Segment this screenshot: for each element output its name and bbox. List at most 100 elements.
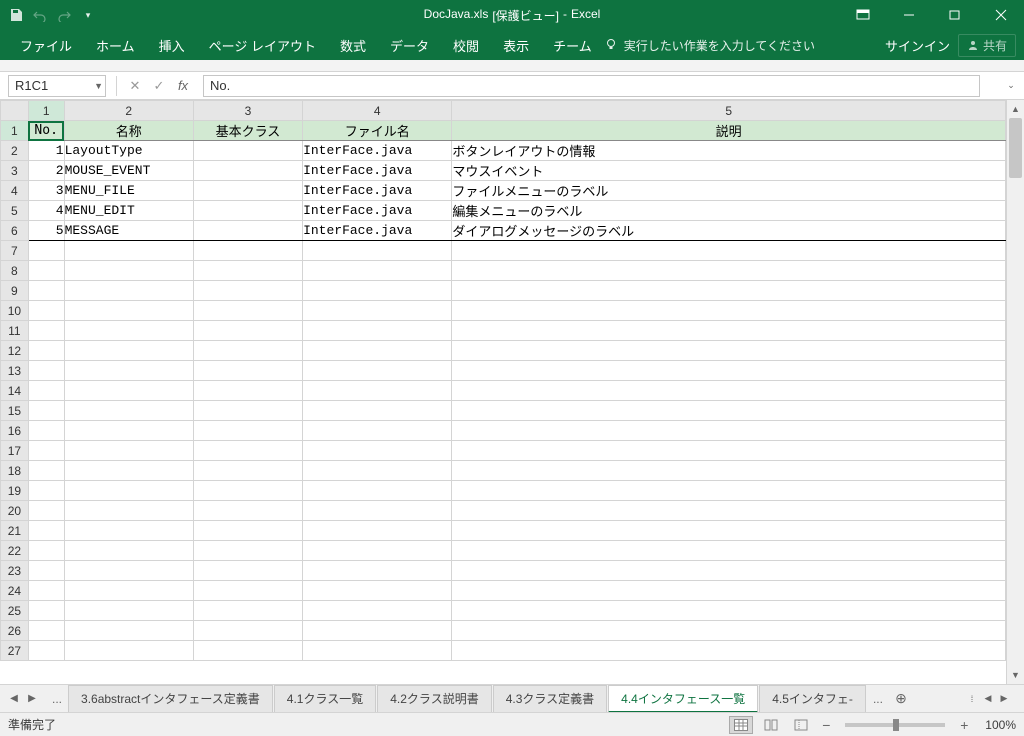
cell[interactable] [64, 281, 193, 301]
cell[interactable] [64, 561, 193, 581]
cell[interactable] [193, 441, 302, 461]
cell[interactable]: 5 [28, 221, 64, 241]
row-header[interactable]: 11 [1, 321, 29, 341]
cancel-formula-icon[interactable]: ✕ [123, 74, 147, 98]
row-header[interactable]: 17 [1, 441, 29, 461]
cell[interactable] [28, 441, 64, 461]
minimize-button[interactable] [886, 0, 932, 30]
cell[interactable] [64, 481, 193, 501]
tab-team[interactable]: チーム [541, 30, 604, 60]
cell[interactable] [452, 621, 1006, 641]
sheet-tab[interactable]: 4.1クラス一覧 [274, 685, 376, 713]
row-header[interactable]: 21 [1, 521, 29, 541]
cell[interactable] [303, 541, 452, 561]
close-button[interactable] [978, 0, 1024, 30]
cell[interactable] [452, 341, 1006, 361]
header-cell[interactable]: 名称 [64, 121, 193, 141]
cell[interactable] [452, 461, 1006, 481]
ribbon-display-options-icon[interactable] [840, 0, 886, 30]
cell[interactable] [303, 481, 452, 501]
cell[interactable] [193, 261, 302, 281]
cell[interactable] [303, 321, 452, 341]
hscroll-left-icon[interactable]: ◀ [980, 693, 996, 704]
cell[interactable] [452, 281, 1006, 301]
cell[interactable] [303, 361, 452, 381]
formula-input[interactable]: No. [203, 75, 980, 97]
tab-insert[interactable]: 挿入 [147, 30, 197, 60]
cell[interactable] [28, 361, 64, 381]
cell[interactable] [64, 641, 193, 661]
column-header[interactable]: 5 [452, 101, 1006, 121]
row-header[interactable]: 18 [1, 461, 29, 481]
grid-table[interactable]: 123451No.名称基本クラスファイル名説明21LayoutTypeInter… [0, 100, 1006, 661]
cell[interactable] [193, 281, 302, 301]
name-box[interactable]: R1C1 ▼ [8, 75, 106, 97]
row-header[interactable]: 13 [1, 361, 29, 381]
page-layout-view-button[interactable] [759, 716, 783, 734]
cell[interactable] [193, 601, 302, 621]
row-header[interactable]: 27 [1, 641, 29, 661]
maximize-button[interactable] [932, 0, 978, 30]
save-icon[interactable] [8, 7, 24, 23]
cell[interactable] [28, 321, 64, 341]
cell[interactable] [28, 281, 64, 301]
cell[interactable]: InterFace.java [303, 181, 452, 201]
cell[interactable] [28, 581, 64, 601]
row-header[interactable]: 12 [1, 341, 29, 361]
cell[interactable] [193, 561, 302, 581]
cell[interactable] [452, 541, 1006, 561]
cell[interactable] [193, 241, 302, 261]
cell[interactable] [64, 321, 193, 341]
cell[interactable] [452, 481, 1006, 501]
cell[interactable] [193, 181, 302, 201]
cell[interactable] [28, 461, 64, 481]
cell[interactable] [64, 581, 193, 601]
cell[interactable] [28, 381, 64, 401]
cell[interactable] [28, 621, 64, 641]
cell[interactable] [452, 401, 1006, 421]
cell[interactable] [193, 341, 302, 361]
cell[interactable] [303, 281, 452, 301]
cell[interactable] [303, 301, 452, 321]
row-header[interactable]: 1 [1, 121, 29, 141]
tab-formulas[interactable]: 数式 [328, 30, 378, 60]
cell[interactable] [28, 401, 64, 421]
tab-page-layout[interactable]: ページ レイアウト [197, 30, 328, 60]
cell[interactable] [193, 621, 302, 641]
cell[interactable] [28, 241, 64, 261]
cell[interactable] [452, 501, 1006, 521]
sheet-tab[interactable]: 4.5インタフェ- [759, 685, 866, 713]
cell[interactable] [303, 261, 452, 281]
qat-customize-icon[interactable]: ▾ [80, 7, 96, 23]
cell[interactable] [303, 641, 452, 661]
row-header[interactable]: 15 [1, 401, 29, 421]
row-header[interactable]: 25 [1, 601, 29, 621]
cell[interactable]: MENU_FILE [64, 181, 193, 201]
cell[interactable] [64, 261, 193, 281]
cell[interactable] [193, 301, 302, 321]
cell[interactable]: 編集メニューのラベル [452, 201, 1006, 221]
row-header[interactable]: 2 [1, 141, 29, 161]
cell[interactable] [28, 421, 64, 441]
cell[interactable] [64, 461, 193, 481]
cell[interactable] [193, 641, 302, 661]
sheet-tab[interactable]: 4.4インタフェース一覧 [608, 685, 758, 713]
tab-data[interactable]: データ [378, 30, 441, 60]
row-header[interactable]: 6 [1, 221, 29, 241]
cell[interactable] [303, 401, 452, 421]
cell[interactable] [452, 441, 1006, 461]
tab-nav-prev-icon[interactable]: ◀ [6, 689, 22, 709]
tab-overflow-left[interactable]: ... [46, 692, 68, 706]
cell[interactable]: ダイアログメッセージのラベル [452, 221, 1006, 241]
cell[interactable] [303, 521, 452, 541]
cell[interactable] [28, 541, 64, 561]
sheet-tab[interactable]: 3.6abstractインタフェース定義書 [68, 685, 273, 713]
chevron-down-icon[interactable]: ▼ [94, 81, 103, 91]
header-cell[interactable]: No. [28, 121, 64, 141]
cell[interactable] [64, 441, 193, 461]
cell[interactable] [452, 561, 1006, 581]
row-header[interactable]: 26 [1, 621, 29, 641]
cell[interactable] [452, 581, 1006, 601]
cell[interactable]: MOUSE_EVENT [64, 161, 193, 181]
cell[interactable] [303, 241, 452, 261]
